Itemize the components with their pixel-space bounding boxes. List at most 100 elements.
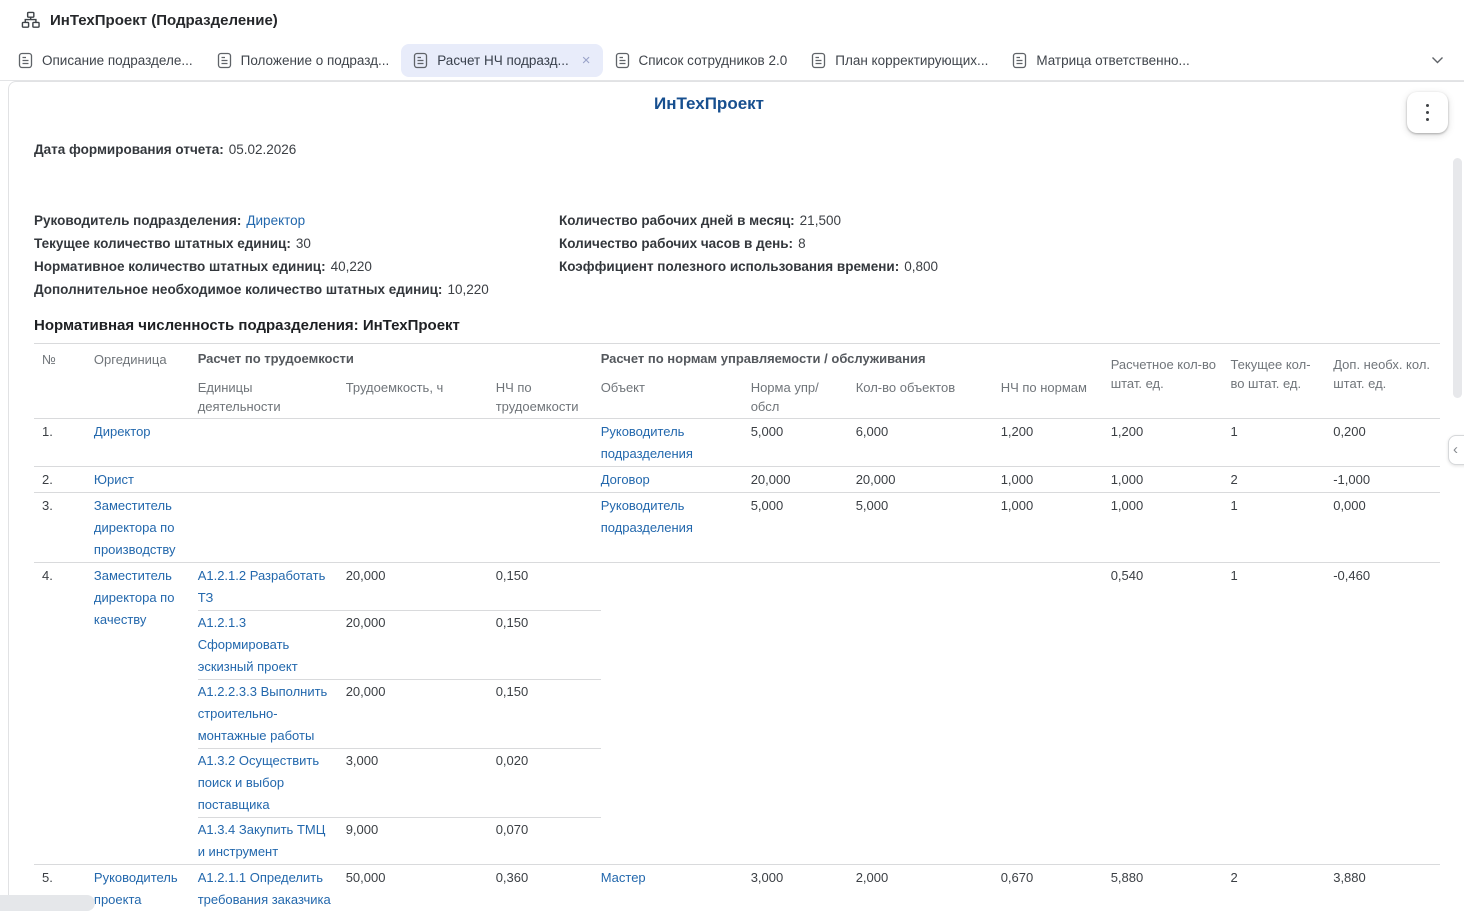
report-parameters: Руководитель подразделения:Директор Теку… <box>34 209 1464 301</box>
table-subrow: Руководитель подразделения5,0006,0001,20… <box>198 419 1111 466</box>
labor-hours-cell: 20,000 <box>346 679 496 748</box>
current-headcount-value: 30 <box>296 236 311 251</box>
subrow-list: Руководитель подразделения5,0005,0001,00… <box>198 493 1111 562</box>
norm-cell <box>751 610 856 679</box>
object-link[interactable]: Руководитель подразделения <box>601 493 751 540</box>
tab-corrective-plan[interactable]: План корректирующих... <box>799 44 1000 77</box>
activity-link[interactable]: А1.2.2.3.3 Выполнить строительно-монтажн… <box>198 679 346 748</box>
labor-hours-cell: 9,000 <box>346 817 496 864</box>
hc-by-labor-cell: 0,070 <box>496 817 601 864</box>
subrow-list: Договор20,00020,0001,000 <box>198 467 1111 492</box>
row-number: 4. <box>42 563 94 864</box>
object-link[interactable]: Руководитель подразделения <box>601 419 751 466</box>
col-group-norms-label: Расчет по нормам управляемости / обслужи… <box>601 350 1111 368</box>
additional-headcount-label: Дополнительное необходимое количество шт… <box>34 282 442 297</box>
labor-hours-cell <box>346 493 496 540</box>
activity-link[interactable]: А1.3.2 Осуществить поиск и выбор поставщ… <box>198 748 346 817</box>
labor-hours-cell: 20,000 <box>346 610 496 679</box>
activity-link[interactable]: А1.2.1.1 Определить требования заказчика <box>198 865 346 911</box>
document-icon <box>413 52 428 69</box>
object-link <box>601 817 751 864</box>
report-panel: ИнТехПроект Дата формирования отчета:05.… <box>8 81 1464 911</box>
col-additional-headcount: Доп. необх. кол. штат. ед. <box>1333 350 1440 416</box>
object-link[interactable]: Мастер <box>601 865 751 911</box>
org-unit-link[interactable]: Директор <box>94 419 198 466</box>
tab-label: План корректирующих... <box>835 53 988 68</box>
org-unit-link[interactable]: Руководитель проекта <box>94 865 198 911</box>
tab-description[interactable]: Описание подразделе... <box>6 44 205 77</box>
utilization-label: Коэффициент полезного использования врем… <box>559 259 899 274</box>
objects-count-cell <box>856 563 1001 610</box>
objects-count-cell: 20,000 <box>856 467 1001 492</box>
additional-headcount-value: 10,220 <box>447 282 488 297</box>
document-icon <box>1012 52 1027 69</box>
document-icon <box>615 52 630 69</box>
row-number: 1. <box>42 419 94 466</box>
hc-by-labor-cell <box>496 493 601 540</box>
table-row: 5.Руководитель проектаА1.2.1.1 Определит… <box>34 865 1440 911</box>
org-unit-link[interactable]: Заместитель директора по производству <box>94 493 198 562</box>
dept-head-link[interactable]: Директор <box>246 213 305 228</box>
workhours-value: 8 <box>798 236 806 251</box>
activity-link[interactable]: А1.2.1.2 Разработать ТЗ <box>198 563 346 610</box>
vertical-scrollbar-thumb[interactable] <box>1453 158 1462 398</box>
report-date-label: Дата формирования отчета: <box>34 142 224 157</box>
tab-regulation[interactable]: Положение о подразд... <box>205 44 402 77</box>
side-panel-toggle-button[interactable]: ‹ <box>1448 435 1464 465</box>
current-headcount-cell: 1 <box>1230 493 1333 562</box>
activity-link[interactable]: А1.3.4 Закупить ТМЦ и инструмент <box>198 817 346 864</box>
org-unit-link[interactable]: Заместитель директора по качеству <box>94 563 198 864</box>
col-norm: Норма упр/обсл <box>751 378 856 416</box>
horizontal-scrollbar-thumb[interactable] <box>8 895 95 911</box>
current-headcount-cell: 1 <box>1230 563 1333 864</box>
col-org-unit: Оргединица <box>94 350 198 416</box>
tab-responsibility-matrix[interactable]: Матрица ответственно... <box>1000 44 1201 77</box>
labor-hours-cell: 20,000 <box>346 563 496 610</box>
workdays-label: Количество рабочих дней в месяц: <box>559 213 795 228</box>
tab-label: Положение о подразд... <box>241 53 390 68</box>
activity-link <box>198 419 346 466</box>
hc-by-labor-cell: 0,150 <box>496 563 601 610</box>
tab-headcount-calc[interactable]: Расчет НЧ подразд... × <box>401 44 602 77</box>
hc-by-labor-cell: 0,150 <box>496 610 601 679</box>
calculated-headcount-cell: 0,540 <box>1111 563 1231 864</box>
dept-head-label: Руководитель подразделения: <box>34 213 241 228</box>
document-icon <box>811 52 826 69</box>
objects-count-cell: 6,000 <box>856 419 1001 466</box>
org-structure-icon <box>21 11 40 30</box>
chevron-down-icon[interactable] <box>1431 56 1444 64</box>
calculated-headcount-cell: 1,000 <box>1111 493 1231 562</box>
hc-by-labor-cell <box>496 467 601 492</box>
col-number: № <box>42 350 94 416</box>
hc-by-labor-cell <box>496 419 601 466</box>
col-group-labor: Расчет по трудоемкости Единицы деятельно… <box>198 350 601 416</box>
row-number: 3. <box>42 493 94 562</box>
hc-by-labor-cell: 0,020 <box>496 748 601 817</box>
activity-link[interactable]: А1.2.1.3 Сформировать эскизный проект <box>198 610 346 679</box>
current-headcount-cell: 2 <box>1230 865 1333 911</box>
hc-by-norm-cell: 1,000 <box>1001 493 1111 540</box>
table-subrow: А1.2.2.3.3 Выполнить строительно-монтажн… <box>198 679 1111 748</box>
section-title: Нормативная численность подразделения: И… <box>34 317 1464 334</box>
col-calculated-headcount: Расчетное кол-во штат. ед. <box>1111 350 1231 416</box>
hc-by-labor-cell: 0,360 <box>496 865 601 911</box>
document-icon <box>217 52 232 69</box>
hc-by-norm-cell: 1,000 <box>1001 467 1111 492</box>
close-icon[interactable]: × <box>582 53 591 68</box>
window-title: ИнТехПроект (Подразделение) <box>50 12 278 29</box>
org-unit-link[interactable]: Юрист <box>94 467 198 492</box>
additional-headcount-cell: 3,880 <box>1333 865 1440 911</box>
norm-cell: 5,000 <box>751 419 856 466</box>
table-row: 2.ЮристДоговор20,00020,0001,0001,0002-1,… <box>34 467 1440 493</box>
kebab-menu-button[interactable] <box>1407 92 1448 133</box>
window-header: ИнТехПроект (Подразделение) <box>0 0 1464 40</box>
object-link[interactable]: Договор <box>601 467 751 492</box>
col-objects-count: Кол-во объектов <box>856 378 1001 416</box>
headcount-table: № Оргединица Расчет по трудоемкости Един… <box>34 343 1440 911</box>
tab-label: Матрица ответственно... <box>1036 53 1189 68</box>
row-number: 2. <box>42 467 94 492</box>
norm-cell <box>751 563 856 610</box>
col-hc-by-labor: НЧ по трудоемкости <box>496 378 601 416</box>
table-subrow: А1.2.1.3 Сформировать эскизный проект20,… <box>198 610 1111 679</box>
tab-employees[interactable]: Список сотрудников 2.0 <box>603 44 800 77</box>
